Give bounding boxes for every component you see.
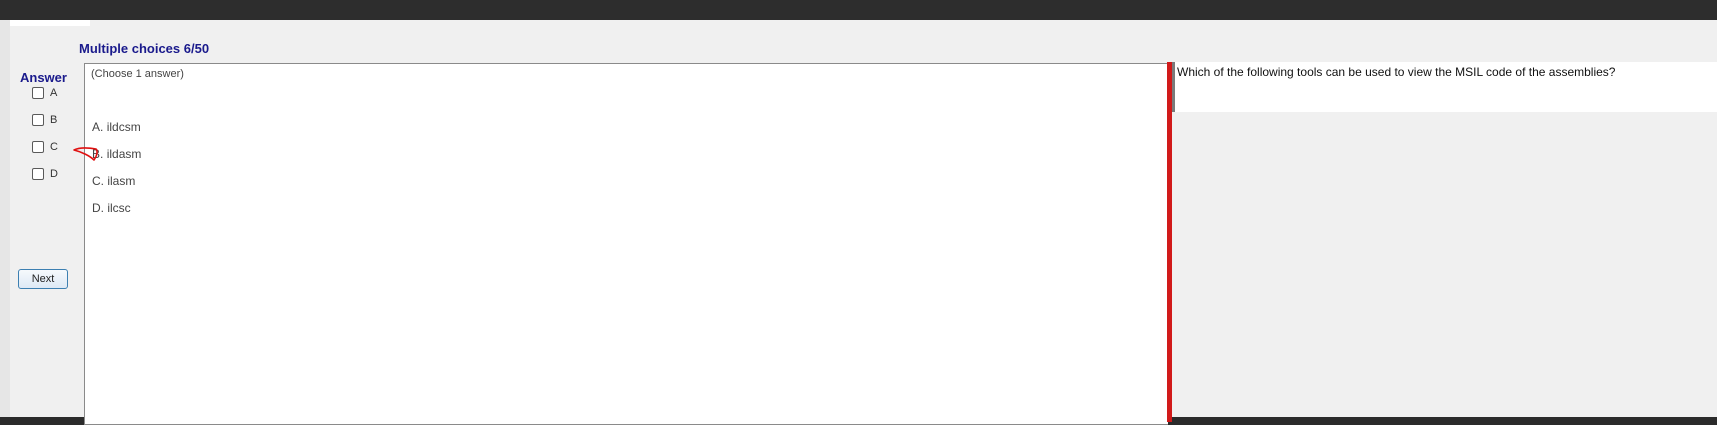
red-annotation-mark-icon <box>73 147 98 161</box>
question-prompt-panel: Which of the following tools can be used… <box>1172 62 1717 112</box>
checkbox-label: B <box>50 114 58 126</box>
choice-text: ildasm <box>106 147 142 161</box>
question-prompt: Which of the following tools can be used… <box>1177 65 1616 79</box>
answer-checkbox-a[interactable]: A <box>32 87 57 99</box>
window-title-bar <box>0 0 1717 20</box>
question-instruction: (Choose 1 answer) <box>91 68 184 80</box>
checkbox-label: A <box>50 87 58 99</box>
choice-letter: A. <box>92 120 104 134</box>
choice-d: D. ilcsc <box>92 201 131 215</box>
next-button[interactable]: Next <box>18 269 68 289</box>
choice-text: ildcsm <box>106 120 141 134</box>
answer-checkbox-b[interactable]: B <box>32 114 57 126</box>
tab-strip <box>10 20 90 26</box>
splitter-bar[interactable] <box>1167 62 1172 422</box>
question-panel: (Choose 1 answer) A. ildcsm B. ildasm C.… <box>84 63 1168 425</box>
checkbox-label: C <box>50 141 58 153</box>
choice-text: ilasm <box>107 174 136 188</box>
choice-a: A. ildcsm <box>92 120 141 134</box>
answer-checkbox-d[interactable]: D <box>32 168 58 180</box>
checkbox-label: D <box>50 168 58 180</box>
choice-text: ilcsc <box>107 201 131 215</box>
answer-checkbox-c[interactable]: C <box>32 141 58 153</box>
checkbox-box[interactable] <box>32 168 44 180</box>
answer-label: Answer <box>20 70 67 85</box>
left-edge <box>0 20 10 417</box>
choice-c: C. ilasm <box>92 174 135 188</box>
checkbox-box[interactable] <box>32 141 44 153</box>
choice-letter: C. <box>92 174 104 188</box>
checkbox-box[interactable] <box>32 87 44 99</box>
checkbox-box[interactable] <box>32 114 44 126</box>
page-title: Multiple choices 6/50 <box>79 41 210 56</box>
quiz-window: Multiple choices 6/50 Answer A B C D Nex… <box>0 20 1717 425</box>
choice-letter: D. <box>92 201 104 215</box>
